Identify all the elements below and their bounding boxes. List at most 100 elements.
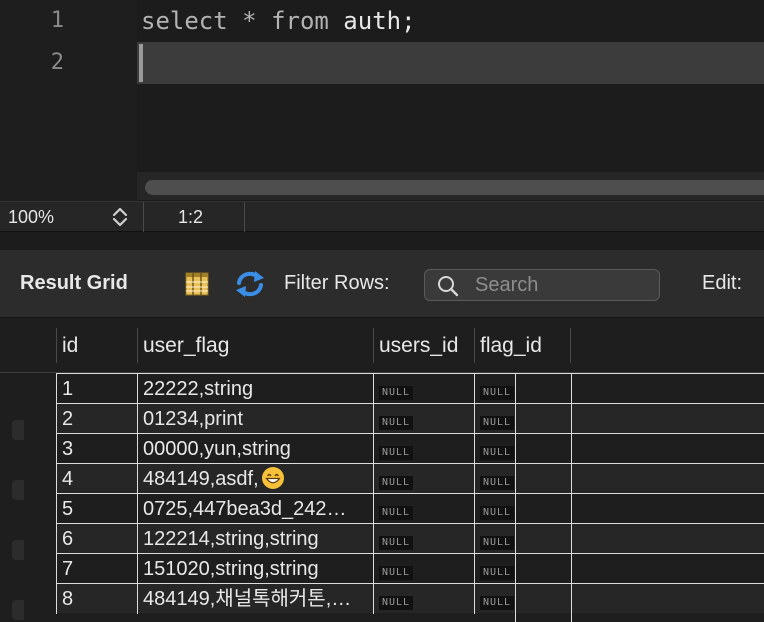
zoom-stepper-icon[interactable] xyxy=(110,205,130,229)
result-grid-icon[interactable] xyxy=(183,270,211,298)
cell-id[interactable]: 7 xyxy=(56,554,137,584)
null-badge: NULL xyxy=(379,446,414,460)
line-number: 2 xyxy=(50,50,64,75)
column-divider xyxy=(571,373,572,622)
null-badge: NULL xyxy=(480,386,515,400)
sql-operator: * xyxy=(227,7,272,35)
null-badge: NULL xyxy=(480,536,515,550)
row-selector[interactable] xyxy=(12,480,24,500)
table-row[interactable]: 3 00000,yun,string NULL NULL xyxy=(56,433,764,464)
cell-user-flag[interactable]: 151020,string,string xyxy=(137,554,373,584)
cell-id[interactable]: 2 xyxy=(56,404,137,434)
cell-user-flag[interactable]: 122214,string,string xyxy=(137,524,373,554)
null-badge: NULL xyxy=(480,476,515,490)
column-header-user-flag[interactable]: user_flag xyxy=(137,328,373,363)
cell-user-flag[interactable]: 0725,447bea3d_242… xyxy=(137,494,373,524)
null-badge: NULL xyxy=(480,506,515,520)
row-selector[interactable] xyxy=(12,540,24,560)
sql-editor[interactable]: 1 2 select * from auth; xyxy=(0,0,764,201)
null-badge: NULL xyxy=(480,596,515,610)
cell-id[interactable]: 4 xyxy=(56,464,137,494)
cell-flag-id[interactable]: NULL xyxy=(474,554,571,584)
column-header-flag-id[interactable]: flag_id xyxy=(474,328,571,363)
column-divider xyxy=(515,373,516,622)
sql-identifier: auth; xyxy=(328,7,416,35)
table-row[interactable]: 8 484149,채널톡해커톤,… NULL NULL xyxy=(56,583,764,614)
filter-search-input[interactable] xyxy=(475,272,651,298)
table-row[interactable]: 2 01234,print NULL NULL xyxy=(56,403,764,434)
filter-search-box[interactable] xyxy=(424,269,660,301)
column-header-id[interactable]: id xyxy=(56,328,137,363)
cell-id[interactable]: 5 xyxy=(56,494,137,524)
cell-flag-id[interactable]: NULL xyxy=(474,494,571,524)
status-divider xyxy=(244,202,245,233)
null-badge: NULL xyxy=(379,596,414,610)
cell-users-id[interactable]: NULL xyxy=(373,464,474,494)
cell-flag-id[interactable]: NULL xyxy=(474,434,571,464)
code-area[interactable]: select * from auth; xyxy=(137,0,764,201)
cell-flag-id[interactable]: NULL xyxy=(474,524,571,554)
null-badge: NULL xyxy=(379,476,414,490)
code-line-1[interactable]: select * from auth; xyxy=(141,1,416,41)
sql-keyword: select xyxy=(141,7,228,35)
filter-rows-label: Filter Rows: xyxy=(284,272,390,294)
cell-user-flag[interactable]: 484149,asdf, xyxy=(137,464,373,494)
row-selector[interactable] xyxy=(12,600,24,620)
table-row[interactable]: 4 484149,asdf, NULL NULL xyxy=(56,463,764,494)
cell-flag-id[interactable]: NULL xyxy=(474,584,571,614)
panel-gap xyxy=(0,232,764,250)
result-toolbar: Result Grid Filter Rows: Edit xyxy=(0,250,764,318)
sql-keyword: from xyxy=(271,7,329,35)
cell-user-flag-text: 484149,asdf, xyxy=(143,468,259,490)
table-row[interactable]: 6 122214,string,string NULL NULL xyxy=(56,523,764,554)
table-row[interactable]: 5 0725,447bea3d_242… NULL NULL xyxy=(56,493,764,524)
edit-label: Edit: xyxy=(702,272,743,294)
cell-user-flag[interactable]: 22222,string xyxy=(137,374,373,404)
row-selector[interactable] xyxy=(12,420,24,440)
cell-user-flag[interactable]: 484149,채널톡해커톤,… xyxy=(137,584,373,614)
cell-users-id[interactable]: NULL xyxy=(373,584,474,614)
cell-user-flag[interactable]: 01234,print xyxy=(137,404,373,434)
cell-id[interactable]: 8 xyxy=(56,584,137,614)
null-badge: NULL xyxy=(379,536,414,550)
grinning-face-icon xyxy=(261,466,285,490)
status-divider xyxy=(143,202,144,233)
cell-id[interactable]: 6 xyxy=(56,524,137,554)
cell-flag-id[interactable]: NULL xyxy=(474,404,571,434)
table-row[interactable]: 7 151020,string,string NULL NULL xyxy=(56,553,764,584)
grid-header: id user_flag users_id flag_id xyxy=(0,318,764,373)
result-grid-tab[interactable]: Result Grid xyxy=(20,272,128,295)
text-caret xyxy=(139,44,143,82)
row-selector-gutter xyxy=(0,373,56,622)
horizontal-scrollbar-thumb[interactable] xyxy=(145,180,764,195)
cell-users-id[interactable]: NULL xyxy=(373,554,474,584)
grid-body: 1 22222,string NULL NULL 2 01234,print N… xyxy=(56,373,764,622)
null-badge: NULL xyxy=(480,416,515,430)
cell-id[interactable]: 1 xyxy=(56,374,137,404)
cell-users-id[interactable]: NULL xyxy=(373,404,474,434)
result-grid[interactable]: id user_flag users_id flag_id 1 22222,st… xyxy=(0,318,764,622)
cell-id[interactable]: 3 xyxy=(56,434,137,464)
line-number-gutter: 1 2 xyxy=(0,0,137,201)
cell-users-id[interactable]: NULL xyxy=(373,494,474,524)
cell-user-flag[interactable]: 00000,yun,string xyxy=(137,434,373,464)
column-header-users-id[interactable]: users_id xyxy=(373,328,474,363)
cell-users-id[interactable]: NULL xyxy=(373,374,474,404)
cursor-position: 1:2 xyxy=(178,207,204,227)
null-badge: NULL xyxy=(480,566,515,580)
refresh-icon[interactable] xyxy=(233,269,267,299)
cell-users-id[interactable]: NULL xyxy=(373,434,474,464)
cell-flag-id[interactable]: NULL xyxy=(474,374,571,404)
cell-flag-id[interactable]: NULL xyxy=(474,464,571,494)
search-icon xyxy=(437,275,459,297)
cell-users-id[interactable]: NULL xyxy=(373,524,474,554)
null-badge: NULL xyxy=(379,506,414,520)
table-row[interactable]: 1 22222,string NULL NULL xyxy=(56,373,764,404)
null-badge: NULL xyxy=(379,566,414,580)
editor-status-bar: 100% 1:2 xyxy=(0,201,764,233)
zoom-level[interactable]: 100% xyxy=(8,207,54,228)
null-badge: NULL xyxy=(379,416,414,430)
null-badge: NULL xyxy=(480,446,515,460)
null-badge: NULL xyxy=(379,386,414,400)
line-number: 1 xyxy=(50,8,64,33)
